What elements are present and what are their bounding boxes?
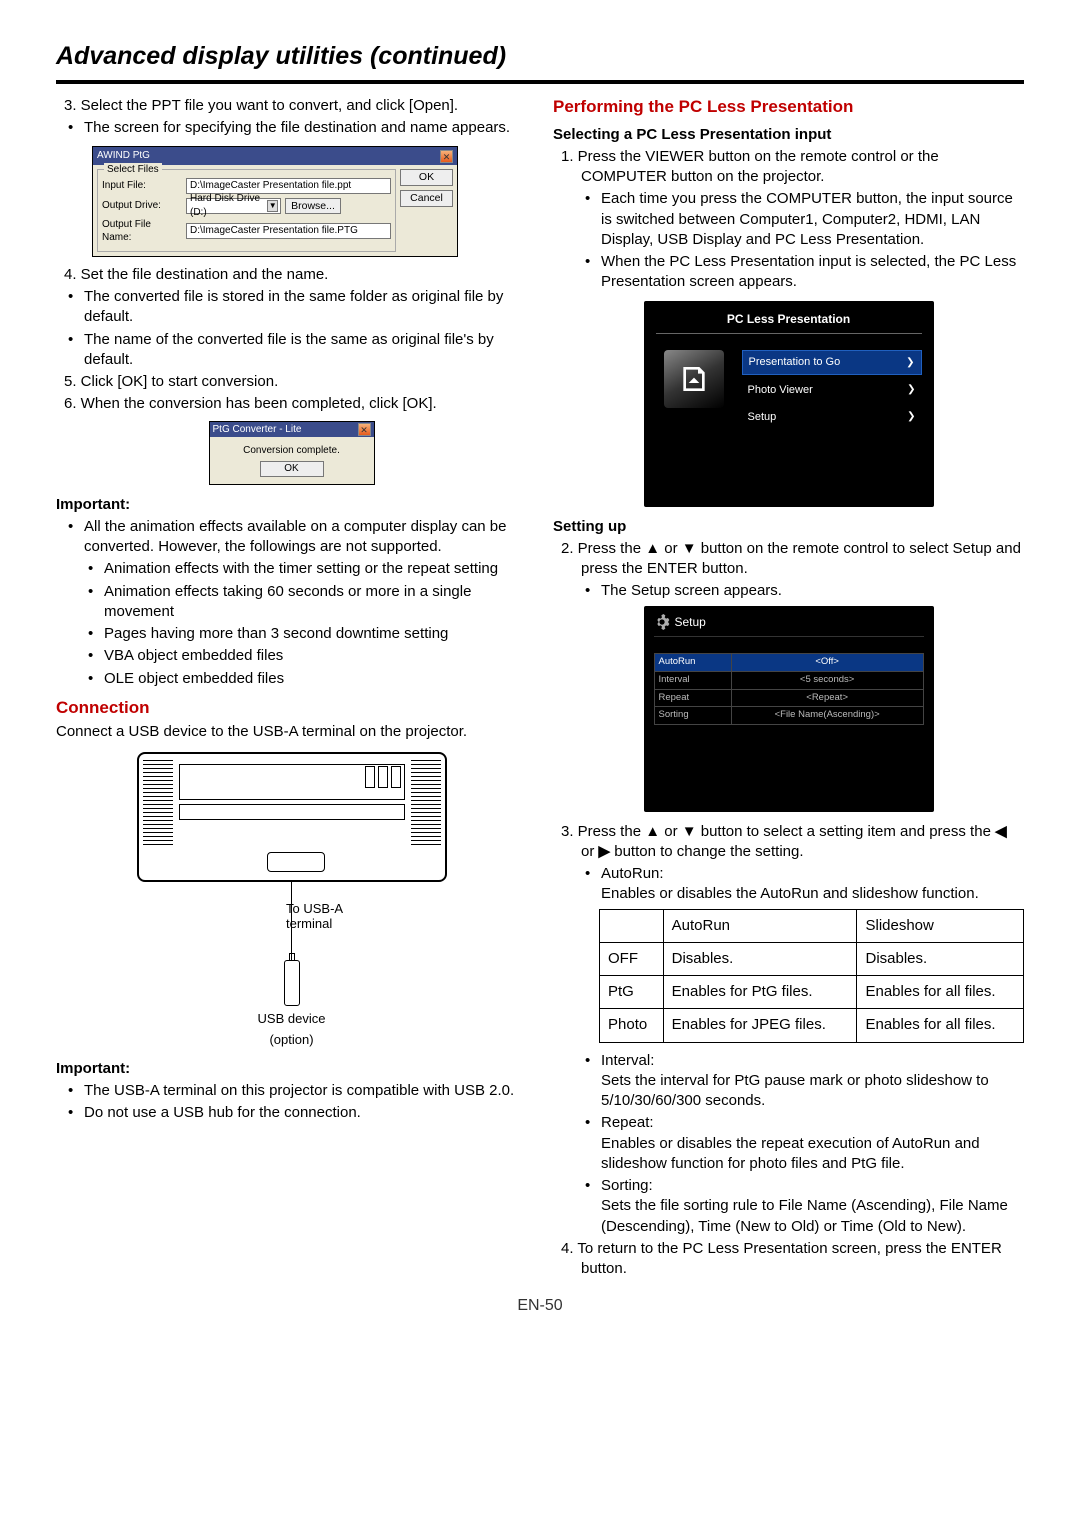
ok-button[interactable]: OK: [260, 461, 324, 477]
step-3-bullet: The screen for specifying the file desti…: [56, 118, 527, 138]
imp-sub-4: VBA object embedded files: [56, 646, 527, 666]
chevron-right-icon: ❯: [907, 383, 915, 397]
dlg2-message: Conversion complete.: [214, 444, 370, 458]
setup-title: Setup: [675, 614, 706, 630]
important-heading: Important:: [56, 495, 527, 515]
r-step-1: 1. Press the VIEWER button on the remote…: [553, 147, 1024, 188]
autorun-table: AutoRun Slideshow OFF Disables. Disables…: [599, 909, 1024, 1043]
step-4: 4. Set the file destination and the name…: [56, 265, 527, 285]
menu-label: Setup: [748, 410, 777, 425]
browse-button[interactable]: Browse...: [285, 198, 341, 214]
table-row: AutoRun Slideshow: [600, 909, 1024, 942]
autorun-bullet: AutoRun: Enables or disables the AutoRun…: [553, 864, 1024, 905]
setting-up-heading: Setting up: [553, 517, 1024, 537]
projector-diagram: To USB-A terminal USB device (option): [56, 752, 527, 1049]
important2-heading: Important:: [56, 1059, 527, 1079]
fieldset-label: Select Files: [104, 163, 162, 177]
imp-sub-2: Animation effects taking 60 seconds or m…: [56, 582, 527, 623]
close-icon[interactable]: ✕: [358, 423, 371, 436]
r-step-2-b1: The Setup screen appears.: [553, 581, 1024, 601]
conversion-complete-dialog: PtG Converter - Lite ✕ Conversion comple…: [209, 421, 375, 485]
left-column: 3. Select the PPT file you want to conve…: [56, 96, 527, 1282]
r-step-4: 4. To return to the PC Less Presentation…: [553, 1239, 1024, 1280]
setup-row-interval[interactable]: Interval<5 seconds>: [654, 671, 923, 689]
gear-icon: [654, 614, 670, 630]
step-4-bullet-2: The name of the converted file is the sa…: [56, 330, 527, 371]
step-6: 6. When the conversion has been complete…: [56, 394, 527, 414]
connection-heading: Connection: [56, 697, 527, 720]
presentation-icon: [664, 350, 724, 408]
right-column: Performing the PC Less Presentation Sele…: [553, 96, 1024, 1282]
chevron-down-icon[interactable]: ▼: [267, 200, 278, 212]
table-row: Photo Enables for JPEG files. Enables fo…: [600, 1009, 1024, 1042]
r-step-1-b2: When the PC Less Presentation input is s…: [553, 252, 1024, 293]
repeat-bullet: Repeat: Enables or disables the repeat e…: [553, 1113, 1024, 1174]
close-icon[interactable]: ✕: [440, 150, 453, 163]
setup-row-sorting[interactable]: Sorting<File Name(Ascending)>: [654, 707, 923, 725]
table-row: OFF Disables. Disables.: [600, 942, 1024, 975]
setup-row-repeat[interactable]: Repeat<Repeat>: [654, 689, 923, 707]
pc-less-heading: Performing the PC Less Presentation: [553, 96, 1024, 119]
step-4-bullet-1: The converted file is stored in the same…: [56, 287, 527, 328]
imp-sub-5: OLE object embedded files: [56, 669, 527, 689]
setup-screen: Setup AutoRun<Off> Interval<5 seconds> R…: [644, 606, 934, 812]
step-3: 3. Select the PPT file you want to conve…: [56, 96, 527, 116]
imp-sub-3: Pages having more than 3 second downtime…: [56, 624, 527, 644]
usb-a-label: To USB-A terminal: [286, 902, 386, 932]
menu-setup[interactable]: Setup ❯: [742, 406, 922, 429]
dlg2-title: PtG Converter - Lite: [213, 423, 302, 437]
selecting-heading: Selecting a PC Less Presentation input: [553, 125, 1024, 145]
menu-photo-viewer[interactable]: Photo Viewer ❯: [742, 379, 922, 402]
imp-sub-1: Animation effects with the timer setting…: [56, 559, 527, 579]
output-file-field[interactable]: D:\ImageCaster Presentation file.PTG: [186, 223, 391, 239]
output-drive-label: Output Drive:: [102, 199, 182, 213]
chevron-right-icon: ❯: [907, 410, 915, 424]
input-file-label: Input File:: [102, 179, 182, 193]
imp-bullet-1: All the animation effects available on a…: [56, 517, 527, 558]
blk-title: PC Less Presentation: [656, 311, 922, 333]
menu-label: Photo Viewer: [748, 383, 813, 398]
chevron-right-icon: ❯: [906, 356, 914, 370]
page-number: EN-50: [56, 1295, 1024, 1317]
r-step-1-b1: Each time you press the COMPUTER button,…: [553, 189, 1024, 250]
imp2-bullet-2: Do not use a USB hub for the connection.: [56, 1103, 527, 1123]
usb-device-label: USB device: [56, 1010, 527, 1028]
output-drive-select[interactable]: Hard Disk Drive (D:) ▼: [186, 198, 281, 214]
select-files-dialog: AWIND PtG ✕ Select Files Input File: D:\…: [92, 146, 458, 257]
page-title: Advanced display utilities (continued): [56, 40, 1024, 84]
step-5: 5. Click [OK] to start conversion.: [56, 372, 527, 392]
ok-button[interactable]: OK: [400, 169, 453, 186]
r-step-3: 3. Press the ▲ or ▼ button to select a s…: [553, 822, 1024, 863]
pc-less-screen: PC Less Presentation Presentation to Go ❯…: [644, 301, 934, 507]
menu-label: Presentation to Go: [749, 355, 841, 370]
usb-device-icon: [284, 960, 300, 1006]
r-step-2: 2. Press the ▲ or ▼ button on the remote…: [553, 539, 1024, 580]
usb-option-label: (option): [56, 1031, 527, 1049]
dialog-title: AWIND PtG: [97, 149, 150, 163]
sorting-bullet: Sorting: Sets the file sorting rule to F…: [553, 1176, 1024, 1237]
connection-text: Connect a USB device to the USB-A termin…: [56, 722, 527, 742]
imp2-bullet-1: The USB-A terminal on this projector is …: [56, 1081, 527, 1101]
interval-bullet: Interval: Sets the interval for PtG paus…: [553, 1051, 1024, 1112]
setup-row-autorun[interactable]: AutoRun<Off>: [654, 653, 923, 671]
table-row: PtG Enables for PtG files. Enables for a…: [600, 976, 1024, 1009]
output-drive-value: Hard Disk Drive (D:): [190, 192, 267, 219]
menu-presentation-to-go[interactable]: Presentation to Go ❯: [742, 350, 922, 375]
cancel-button[interactable]: Cancel: [400, 190, 453, 207]
output-file-label: Output File Name:: [102, 218, 182, 245]
